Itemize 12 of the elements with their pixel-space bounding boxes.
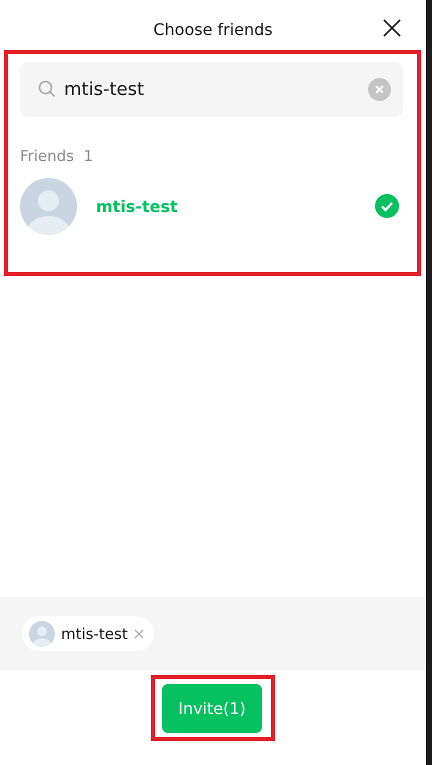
dialog-title: Choose friends — [153, 20, 273, 38]
selected-chip[interactable]: mtis-test — [22, 616, 154, 651]
check-icon[interactable] — [375, 194, 399, 218]
clear-icon[interactable] — [368, 78, 391, 101]
search-icon — [38, 80, 56, 98]
friend-name: mtis-test — [96, 196, 179, 216]
search-field[interactable]: mtis-test — [20, 62, 403, 117]
avatar — [29, 620, 55, 646]
close-icon[interactable] — [382, 18, 402, 38]
chip-name: mtis-test — [61, 624, 128, 642]
remove-icon[interactable] — [134, 628, 144, 638]
section-label: Friends 1 — [20, 147, 94, 165]
